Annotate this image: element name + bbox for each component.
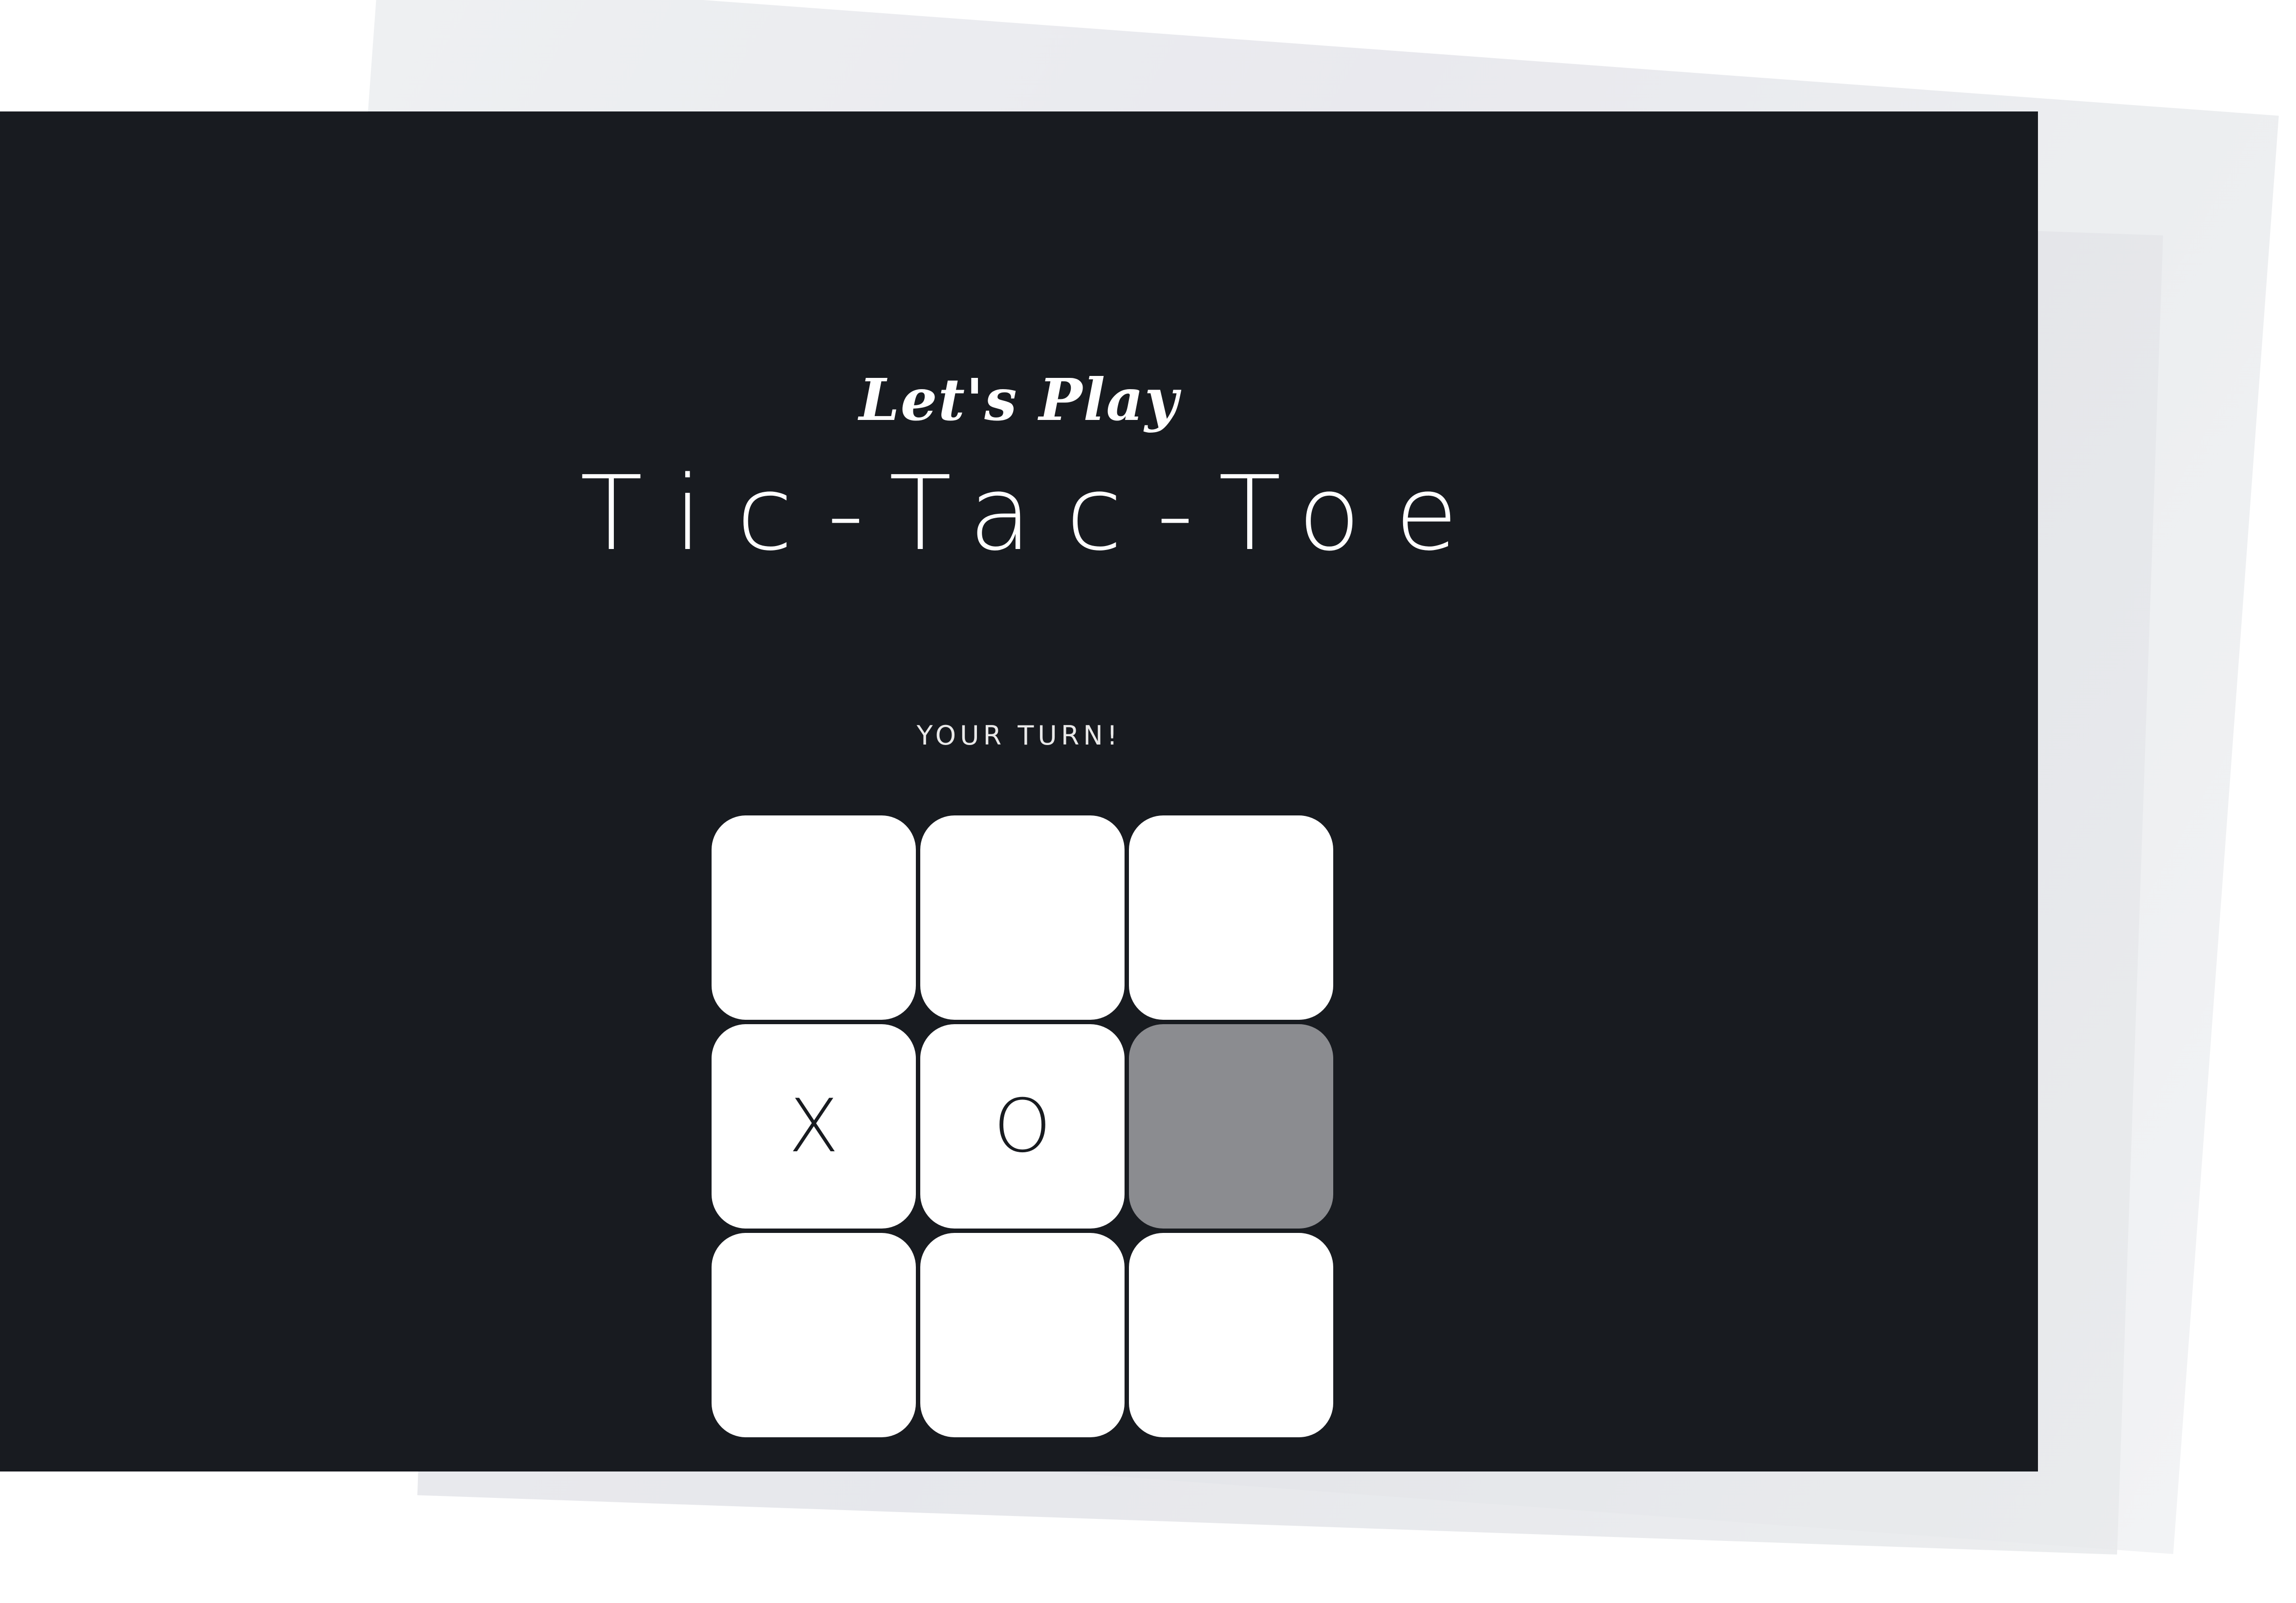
board-cell-3[interactable] (1129, 815, 1333, 1020)
board-cell-6[interactable] (1129, 1024, 1333, 1229)
board-cell-7[interactable] (712, 1233, 916, 1437)
page-stage: Let's Play Tic-Tac-Toe YOUR TURN! X O (0, 0, 2296, 1603)
game-subtitle: Let's Play (859, 366, 1179, 434)
board-cell-9[interactable] (1129, 1233, 1333, 1437)
game-board: X O (712, 815, 1334, 1438)
turn-status: YOUR TURN! (916, 720, 1122, 751)
board-cell-5[interactable]: O (920, 1024, 1125, 1229)
board-cell-4[interactable]: X (712, 1024, 916, 1229)
board-cell-8[interactable] (920, 1233, 1125, 1437)
game-title: Tic-Tac-Toe (580, 454, 1493, 573)
game-card: Let's Play Tic-Tac-Toe YOUR TURN! X O (0, 111, 2038, 1471)
board-cell-2[interactable] (920, 815, 1125, 1020)
board-cell-1[interactable] (712, 815, 916, 1020)
